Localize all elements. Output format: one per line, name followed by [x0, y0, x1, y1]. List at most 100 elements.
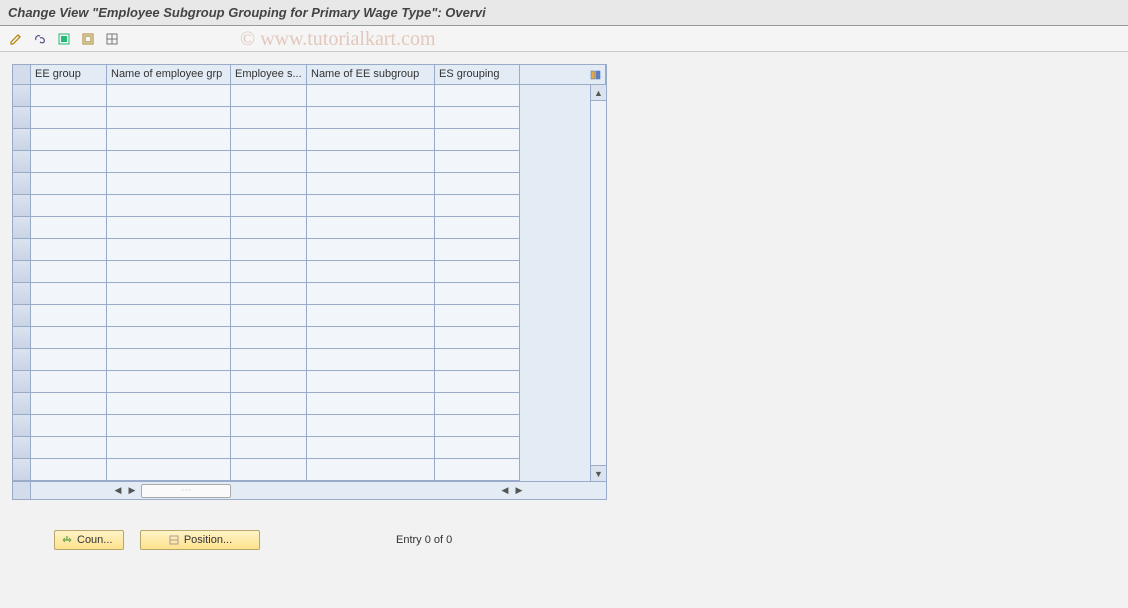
cell[interactable]: [231, 437, 307, 459]
cell[interactable]: [107, 261, 231, 283]
cell[interactable]: [435, 305, 520, 327]
cell[interactable]: [231, 283, 307, 305]
cell[interactable]: [31, 239, 107, 261]
row-selector[interactable]: [13, 327, 31, 349]
cell[interactable]: [435, 151, 520, 173]
cell[interactable]: [435, 195, 520, 217]
cell[interactable]: [31, 305, 107, 327]
table-row[interactable]: [13, 459, 520, 481]
row-selector[interactable]: [13, 195, 31, 217]
scroll-left-end-button[interactable]: ◀: [498, 484, 512, 498]
cell[interactable]: [31, 261, 107, 283]
cell[interactable]: [107, 327, 231, 349]
cell[interactable]: [231, 107, 307, 129]
cell[interactable]: [435, 239, 520, 261]
cell[interactable]: [107, 437, 231, 459]
cell[interactable]: [435, 371, 520, 393]
vertical-scrollbar[interactable]: ▲ ▼: [590, 85, 606, 481]
column-header-employee-subgroup[interactable]: Employee s...: [231, 65, 307, 84]
table-row[interactable]: [13, 195, 520, 217]
cell[interactable]: [31, 349, 107, 371]
cell[interactable]: [31, 85, 107, 107]
cell[interactable]: [107, 239, 231, 261]
cell[interactable]: [435, 437, 520, 459]
cell[interactable]: [107, 371, 231, 393]
cell[interactable]: [31, 393, 107, 415]
hscroll-track[interactable]: ◀ ▶ ⋯ ◀ ▶: [31, 482, 606, 499]
cell[interactable]: [107, 129, 231, 151]
cell[interactable]: [307, 85, 435, 107]
row-selector[interactable]: [13, 85, 31, 107]
cell[interactable]: [231, 393, 307, 415]
hscroll-thumb[interactable]: ⋯: [141, 484, 231, 498]
corner-cell[interactable]: [13, 65, 31, 84]
cell[interactable]: [435, 129, 520, 151]
cell[interactable]: [307, 129, 435, 151]
table-row[interactable]: [13, 283, 520, 305]
table-row[interactable]: [13, 393, 520, 415]
row-selector[interactable]: [13, 349, 31, 371]
table-row[interactable]: [13, 371, 520, 393]
cell[interactable]: [107, 107, 231, 129]
row-selector[interactable]: [13, 371, 31, 393]
cell[interactable]: [435, 173, 520, 195]
cell[interactable]: [231, 151, 307, 173]
cell[interactable]: [231, 261, 307, 283]
row-selector[interactable]: [13, 437, 31, 459]
cell[interactable]: [31, 415, 107, 437]
cell[interactable]: [31, 437, 107, 459]
cell[interactable]: [107, 459, 231, 481]
row-selector[interactable]: [13, 283, 31, 305]
cell[interactable]: [435, 459, 520, 481]
cell[interactable]: [31, 217, 107, 239]
row-selector[interactable]: [13, 415, 31, 437]
cell[interactable]: [435, 327, 520, 349]
cell[interactable]: [435, 261, 520, 283]
cell[interactable]: [107, 85, 231, 107]
table-row[interactable]: [13, 239, 520, 261]
table-row[interactable]: [13, 129, 520, 151]
deselect-all-button[interactable]: [78, 30, 98, 48]
cell[interactable]: [231, 239, 307, 261]
row-selector[interactable]: [13, 107, 31, 129]
cell[interactable]: [307, 349, 435, 371]
row-selector[interactable]: [13, 217, 31, 239]
cell[interactable]: [307, 151, 435, 173]
cell[interactable]: [307, 107, 435, 129]
cell[interactable]: [435, 217, 520, 239]
cell[interactable]: [307, 327, 435, 349]
cell[interactable]: [231, 217, 307, 239]
row-selector[interactable]: [13, 151, 31, 173]
cell[interactable]: [231, 129, 307, 151]
cell[interactable]: [231, 173, 307, 195]
cell[interactable]: [307, 459, 435, 481]
select-all-button[interactable]: [54, 30, 74, 48]
countries-button[interactable]: Coun...: [54, 530, 124, 550]
row-selector[interactable]: [13, 305, 31, 327]
cell[interactable]: [307, 173, 435, 195]
cell[interactable]: [307, 393, 435, 415]
table-row[interactable]: [13, 151, 520, 173]
cell[interactable]: [31, 107, 107, 129]
column-header-name-ee-subgroup[interactable]: Name of EE subgroup: [307, 65, 435, 84]
cell[interactable]: [31, 151, 107, 173]
cell[interactable]: [107, 415, 231, 437]
cell[interactable]: [435, 283, 520, 305]
row-selector[interactable]: [13, 239, 31, 261]
table-settings-button[interactable]: [102, 30, 122, 48]
cell[interactable]: [307, 261, 435, 283]
cell[interactable]: [107, 217, 231, 239]
column-config-button[interactable]: [586, 65, 606, 84]
cell[interactable]: [31, 195, 107, 217]
column-header-name-employee-grp[interactable]: Name of employee grp: [107, 65, 231, 84]
cell[interactable]: [31, 173, 107, 195]
table-row[interactable]: [13, 437, 520, 459]
table-row[interactable]: [13, 217, 520, 239]
cell[interactable]: [231, 349, 307, 371]
row-selector[interactable]: [13, 129, 31, 151]
cell[interactable]: [307, 239, 435, 261]
column-header-es-grouping[interactable]: ES grouping: [435, 65, 520, 84]
cell[interactable]: [107, 305, 231, 327]
cell[interactable]: [435, 349, 520, 371]
cell[interactable]: [107, 283, 231, 305]
